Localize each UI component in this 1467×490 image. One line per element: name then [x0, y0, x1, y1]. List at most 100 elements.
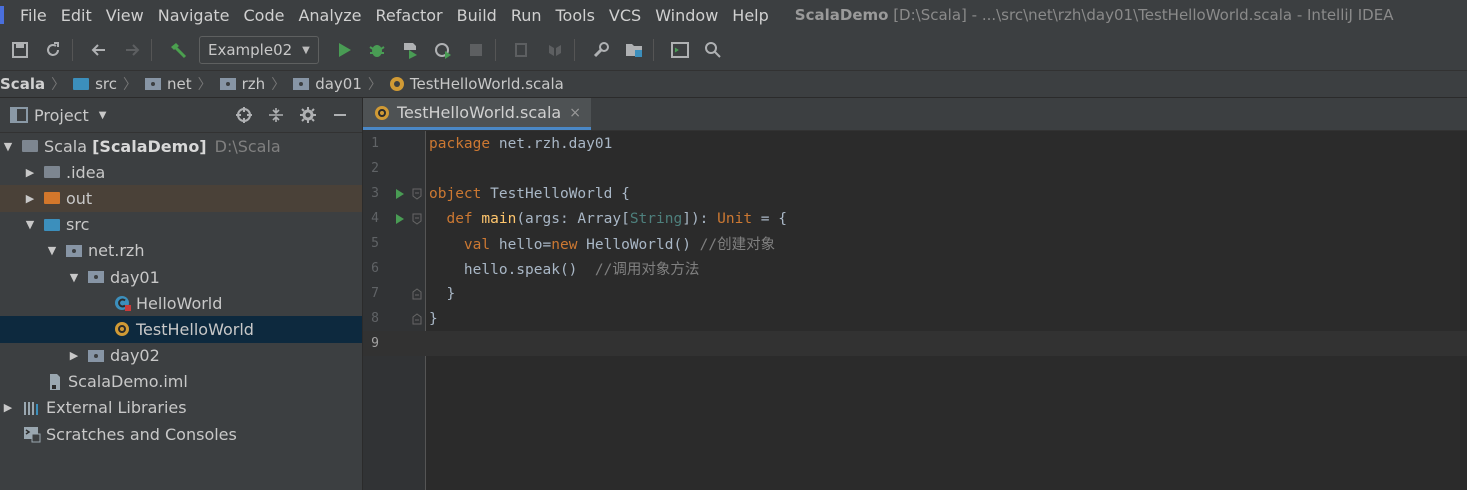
code-line[interactable]: 8 } — [363, 306, 1467, 331]
stop-button[interactable] — [463, 37, 489, 63]
menu-edit[interactable]: Edit — [61, 6, 92, 25]
breadcrumb-item-day01[interactable]: day01 〉 — [293, 74, 386, 94]
collapsed-arrow-icon[interactable]: ▶ — [24, 192, 36, 205]
tree-item-day01[interactable]: ▼ day01 — [0, 264, 362, 290]
menu-window[interactable]: Window — [655, 6, 718, 25]
breadcrumb-item-scala[interactable]: Scala 〉 — [0, 74, 69, 94]
excluded-folder-icon — [44, 192, 60, 205]
menu-run[interactable]: Run — [511, 6, 542, 25]
chevron-down-icon: ▼ — [98, 109, 107, 121]
code-line[interactable]: 2 — [363, 156, 1467, 181]
hide-panel-button[interactable] — [330, 105, 350, 125]
close-icon[interactable]: × — [569, 105, 581, 121]
back-button[interactable] — [86, 37, 112, 63]
expanded-arrow-icon[interactable]: ▼ — [24, 218, 36, 231]
menu-refactor[interactable]: Refactor — [376, 6, 443, 25]
window-title: ScalaDemo [D:\Scala] - ...\src\net\rzh\d… — [795, 6, 1394, 24]
toolbar-divider — [151, 39, 152, 61]
gear-icon — [300, 107, 316, 123]
scratches-icon — [24, 427, 41, 443]
tree-item-out[interactable]: ▶ out — [0, 185, 362, 212]
run-configuration-select[interactable]: Example02 ▼ — [199, 36, 319, 64]
forward-button[interactable] — [119, 37, 145, 63]
code-line[interactable]: 4 def main(args: Array[String]): Unit = … — [363, 206, 1467, 231]
code-line[interactable]: 6 hello.speak() //调用对象方法 — [363, 256, 1467, 281]
fold-icon[interactable] — [411, 287, 423, 300]
breadcrumb-item-rzh[interactable]: rzh 〉 — [219, 74, 290, 94]
line-number: 5 — [371, 236, 379, 251]
collapsed-arrow-icon[interactable]: ▶ — [24, 166, 36, 179]
code-line[interactable]: 3 object TestHelloWorld { — [363, 181, 1467, 206]
line-number: 6 — [371, 261, 379, 276]
menu-help[interactable]: Help — [732, 6, 768, 25]
save-all-button[interactable] — [7, 37, 33, 63]
sync-button[interactable] — [40, 37, 66, 63]
tree-item-net-rzh[interactable]: ▼ net.rzh — [0, 238, 362, 264]
save-icon — [12, 42, 28, 58]
collapsed-arrow-icon[interactable]: ▶ — [2, 401, 14, 414]
fold-icon[interactable] — [411, 213, 423, 225]
menu-analyze[interactable]: Analyze — [298, 6, 361, 25]
menu-vcs[interactable]: VCS — [609, 6, 641, 25]
menu-view[interactable]: View — [106, 6, 144, 25]
attach-debugger-button[interactable] — [509, 37, 535, 63]
breadcrumb-label: TestHelloWorld.scala — [409, 75, 564, 93]
tab-testhelloworld[interactable]: TestHelloWorld.scala × — [363, 98, 591, 130]
run-button[interactable] — [331, 37, 357, 63]
coverage-button[interactable] — [397, 37, 423, 63]
breadcrumb-item-net[interactable]: net 〉 — [145, 74, 216, 94]
tree-item-scalademo-iml[interactable]: ScalaDemo.iml — [0, 369, 362, 395]
terminal-button[interactable] — [667, 37, 693, 63]
tree-item-label: HelloWorld — [136, 293, 223, 313]
tree-item-scratches[interactable]: Scratches and Consoles — [0, 421, 362, 447]
panel-settings-button[interactable] — [298, 105, 318, 125]
minimize-icon — [334, 114, 346, 116]
fold-icon[interactable] — [411, 188, 423, 200]
locate-button[interactable] — [234, 105, 254, 125]
debug-button[interactable] — [364, 37, 390, 63]
tree-item-src[interactable]: ▼ src — [0, 212, 362, 238]
search-everywhere-button[interactable] — [700, 37, 726, 63]
breadcrumb-item-file[interactable]: TestHelloWorld.scala — [389, 75, 564, 93]
tree-item-testhelloworld[interactable]: TestHelloWorld — [0, 316, 362, 343]
project-panel-title: Project — [34, 105, 89, 125]
project-structure-button[interactable] — [621, 37, 647, 63]
run-gutter-icon[interactable] — [393, 213, 407, 225]
build-button[interactable] — [165, 37, 191, 63]
expanded-arrow-icon[interactable]: ▼ — [68, 271, 80, 284]
expanded-arrow-icon[interactable]: ▼ — [46, 244, 58, 257]
menu-code[interactable]: Code — [244, 6, 285, 25]
editor-area: TestHelloWorld.scala × 1 package net.rzh… — [363, 98, 1467, 490]
code-line[interactable]: 5 val hello=new HelloWorld() //创建对象 — [363, 231, 1467, 256]
breadcrumb-item-src[interactable]: src 〉 — [73, 74, 141, 94]
menu-file[interactable]: File — [20, 6, 47, 25]
menu-tools[interactable]: Tools — [556, 6, 595, 25]
expanded-arrow-icon[interactable]: ▼ — [2, 140, 14, 153]
module-file-icon — [50, 373, 60, 390]
menu-build[interactable]: Build — [457, 6, 497, 25]
project-view-selector[interactable]: Project ▼ — [10, 106, 106, 125]
fold-icon[interactable] — [411, 312, 423, 325]
code-line-current[interactable]: 9 — [363, 331, 1467, 356]
tree-item-external-libraries[interactable]: ▶ External Libraries — [0, 395, 362, 421]
tree-item-idea[interactable]: ▶ .idea — [0, 159, 362, 185]
profile-button[interactable] — [430, 37, 456, 63]
settings-button[interactable] — [588, 37, 614, 63]
menu-bar: File Edit View Navigate Code Analyze Ref… — [0, 0, 1467, 30]
code-line[interactable]: 7 } — [363, 281, 1467, 306]
tree-item-scala-root[interactable]: ▼ Scala [ScalaDemo] D:\Scala — [0, 133, 362, 159]
code-lines[interactable]: 1 package net.rzh.day01 2 3 object TestH… — [363, 131, 1467, 356]
run-gutter-icon[interactable] — [393, 188, 407, 200]
collapse-all-button[interactable] — [266, 105, 286, 125]
collapsed-arrow-icon[interactable]: ▶ — [68, 349, 80, 362]
wrench-icon — [593, 42, 609, 58]
line-number: 7 — [371, 286, 379, 301]
code-line[interactable]: 1 package net.rzh.day01 — [363, 131, 1467, 156]
vcs-button[interactable] — [542, 37, 568, 63]
crosshair-icon — [236, 107, 252, 123]
toolbar-divider — [494, 39, 496, 61]
menu-navigate[interactable]: Navigate — [158, 6, 230, 25]
line-number: 3 — [371, 186, 379, 201]
tree-item-helloworld[interactable]: HelloWorld — [0, 290, 362, 316]
tree-item-day02[interactable]: ▶ day02 — [0, 343, 362, 369]
